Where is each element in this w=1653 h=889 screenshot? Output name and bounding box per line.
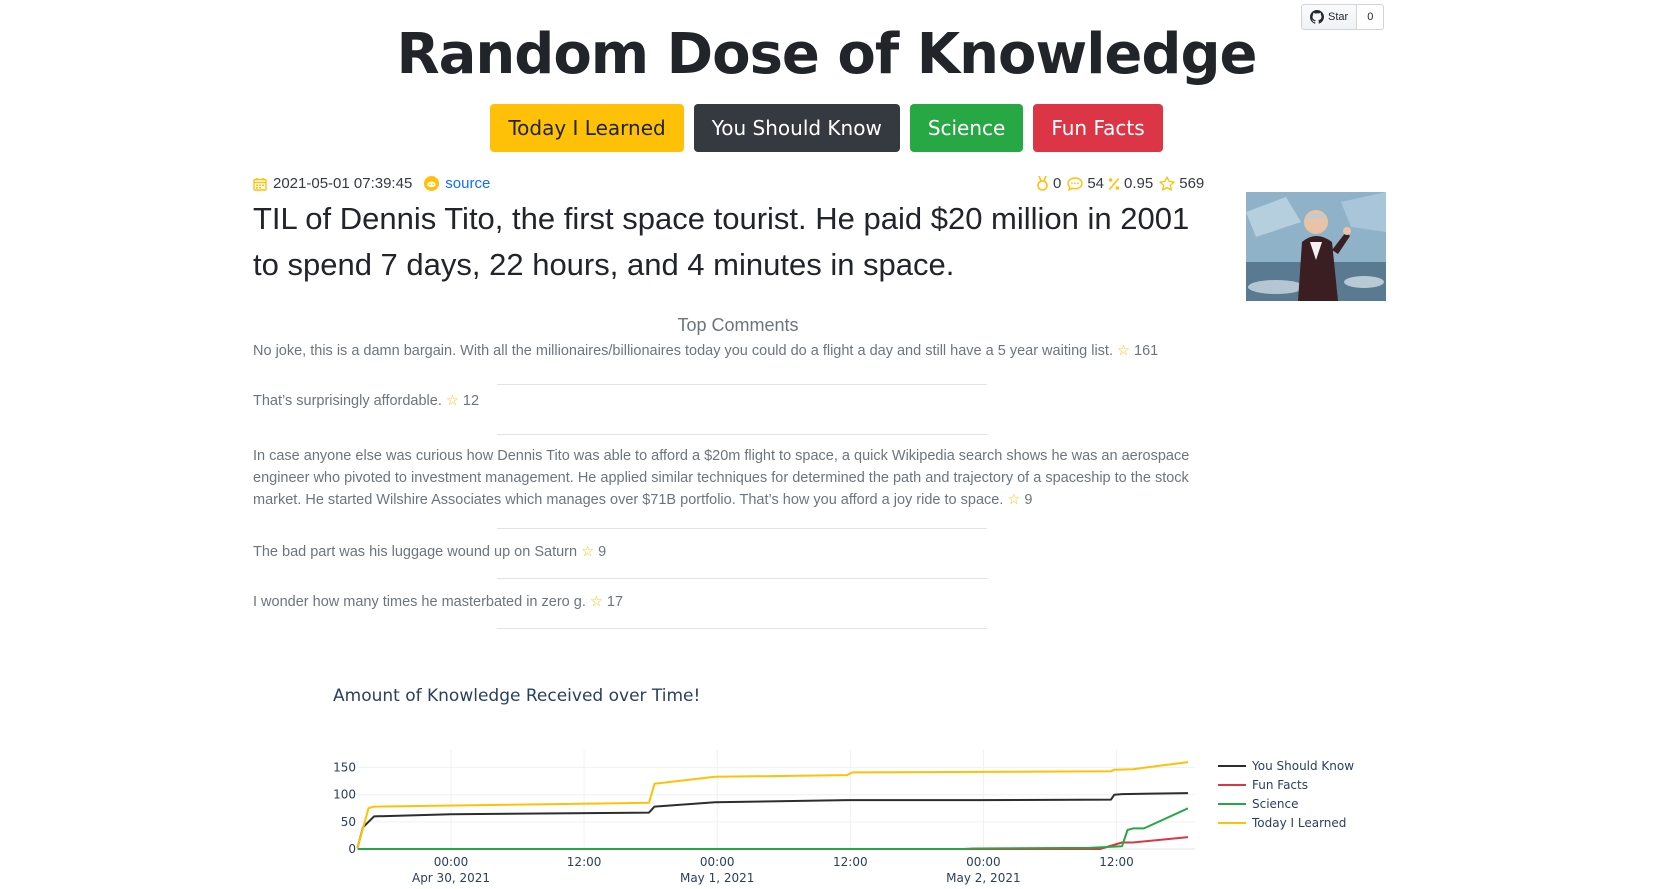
legend-label: You Should Know (1252, 758, 1355, 773)
legend-label: Today I Learned (1252, 815, 1347, 830)
legend-label: Fun Facts (1252, 777, 1308, 792)
y-tick-label: 150 (333, 761, 356, 775)
x-date-label: May 2, 2021 (946, 871, 1020, 885)
knowledge-line-chart[interactable]: 0 50 100 150 00:00 Apr 30, 2021 12:00 00:00 May … (0, 0, 1653, 889)
x-tick-label: 12:00 (567, 855, 602, 869)
series-line-you-should-know[interactable] (356, 792, 1189, 849)
x-tick-label: 00:00 (700, 855, 735, 869)
y-tick-label: 100 (333, 788, 356, 802)
y-tick-label: 0 (348, 842, 356, 856)
legend-item[interactable]: Fun Facts (1218, 775, 1354, 794)
x-tick-label: 12:00 (833, 855, 868, 869)
x-tick-label: 00:00 (966, 855, 1001, 869)
legend-item[interactable]: Today I Learned (1218, 813, 1354, 832)
legend-swatch (1218, 764, 1246, 767)
legend-item[interactable]: You Should Know (1218, 756, 1354, 775)
series-line-today-i-learned[interactable] (356, 761, 1189, 849)
legend-swatch (1218, 821, 1246, 824)
legend-swatch (1218, 783, 1246, 786)
chart-legend[interactable]: You Should Know Fun Facts Science Today I L… (1218, 756, 1354, 832)
legend-item[interactable]: Science (1218, 794, 1354, 813)
x-tick-label: 00:00 (434, 855, 469, 869)
y-tick-label: 50 (341, 815, 356, 829)
x-date-label: May 1, 2021 (680, 871, 754, 885)
legend-label: Science (1252, 796, 1299, 811)
legend-swatch (1218, 802, 1246, 805)
x-tick-label: 12:00 (1099, 855, 1134, 869)
x-date-label: Apr 30, 2021 (412, 871, 490, 885)
